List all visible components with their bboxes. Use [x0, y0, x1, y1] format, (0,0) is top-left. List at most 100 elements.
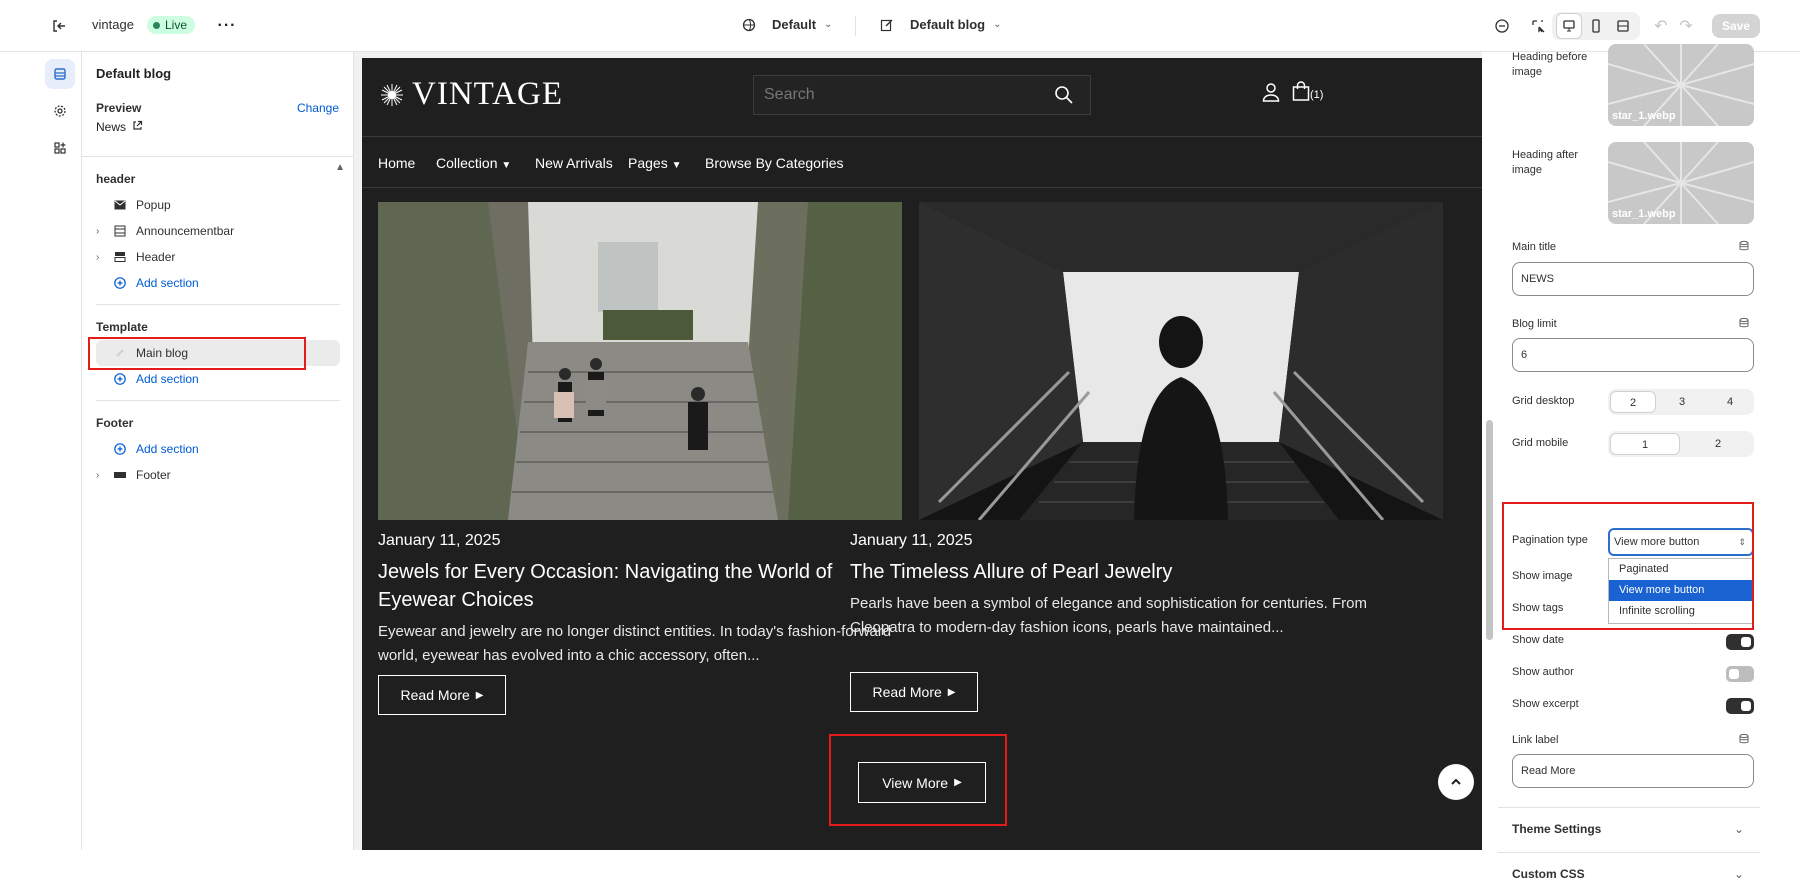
cart-button[interactable]: (1): [1292, 81, 1323, 101]
post-title[interactable]: The Timeless Allure of Pearl Jewelry: [850, 558, 1370, 586]
undo-icon[interactable]: ↶: [1648, 13, 1674, 39]
preview-frame: VINTAGE Search (1) Home Collection ▼ New…: [354, 52, 1482, 850]
live-dot: [153, 21, 160, 29]
mobile-view-icon[interactable]: [1583, 13, 1609, 39]
add-section-label: Add section: [136, 372, 199, 386]
divider: [1498, 807, 1760, 808]
divider: [82, 156, 354, 157]
read-more-button[interactable]: Read More ▶: [850, 672, 978, 712]
logo-text: VINTAGE: [412, 76, 563, 112]
settings-gear-icon[interactable]: [45, 96, 75, 126]
nav-pages[interactable]: Pages ▼: [628, 155, 682, 171]
chevron-down-icon: ⌄: [993, 19, 1002, 30]
chevron-down-icon: ⌄: [1733, 822, 1744, 836]
divider: [1498, 852, 1760, 853]
highlight-box: [1502, 502, 1754, 630]
template-group-title: Template: [96, 320, 148, 334]
grid-mobile-option[interactable]: 1: [1610, 433, 1680, 455]
post-excerpt: Eyewear and jewelry are no longer distin…: [378, 623, 892, 664]
search-icon[interactable]: [1054, 85, 1074, 110]
section-item-announcementbar[interactable]: › Announcementbar: [96, 218, 340, 244]
preview-value[interactable]: News: [96, 120, 143, 134]
post-image[interactable]: [378, 202, 902, 520]
nav-collection-label: Collection: [436, 155, 498, 171]
nav-home[interactable]: Home: [378, 155, 415, 171]
post-excerpt: Pearls have been a symbol of elegance an…: [850, 595, 1367, 636]
nav-collection[interactable]: Collection ▼: [436, 155, 511, 171]
toggle-knob: [1729, 669, 1739, 679]
globe-icon: [742, 18, 756, 31]
caret-right-icon: ▶: [475, 689, 484, 701]
envelope-icon: [110, 200, 130, 210]
site-logo[interactable]: VINTAGE: [380, 76, 563, 113]
theme-settings-accordion[interactable]: Theme Settings ⌄: [1512, 822, 1744, 836]
scroll-to-top-button[interactable]: [1438, 764, 1474, 800]
exit-icon[interactable]: [46, 13, 72, 39]
search-placeholder: Search: [764, 86, 815, 103]
fullscreen-icon[interactable]: [1610, 13, 1636, 39]
settings-panel: Heading before image star_1.webp Heading…: [1498, 44, 1760, 881]
post-title[interactable]: Jewels for Every Occasion: Navigating th…: [378, 558, 898, 614]
store-name: vintage: [92, 17, 134, 32]
chevron-right-icon[interactable]: ›: [96, 470, 110, 481]
sections-icon[interactable]: [45, 59, 75, 89]
show-author-toggle[interactable]: [1726, 666, 1754, 682]
section-item-header[interactable]: › Header: [96, 244, 340, 270]
template-selector[interactable]: Default blog ⌄: [880, 17, 1002, 32]
grid-mobile-option[interactable]: 2: [1684, 433, 1752, 455]
grid-mobile-label: Grid mobile: [1512, 437, 1569, 449]
database-icon[interactable]: [1738, 733, 1750, 748]
add-section-template[interactable]: Add section: [96, 366, 340, 392]
plus-circle-icon: [110, 443, 130, 455]
main-title-label: Main title: [1512, 241, 1557, 253]
cart-count: (1): [1310, 89, 1324, 101]
more-icon[interactable]: ···: [214, 13, 240, 39]
add-section-header[interactable]: Add section: [96, 270, 340, 296]
save-button[interactable]: Save: [1712, 14, 1761, 38]
nav-browse-categories[interactable]: Browse By Categories: [705, 155, 844, 171]
plus-circle-icon: [110, 277, 130, 289]
database-icon[interactable]: [1738, 317, 1750, 332]
image-thumbnail[interactable]: star_1.webp: [1608, 44, 1754, 126]
scrollbar-thumb[interactable]: [1486, 420, 1493, 640]
show-excerpt-label: Show excerpt: [1512, 698, 1579, 710]
custom-css-accordion[interactable]: Custom CSS ⌄: [1512, 867, 1744, 881]
post-image[interactable]: [919, 202, 1443, 520]
redo-icon[interactable]: ↷: [1673, 13, 1699, 39]
preview-label: Preview: [96, 101, 142, 115]
image-thumbnail[interactable]: star_1.webp: [1608, 142, 1754, 224]
header-group-title: header: [96, 172, 136, 186]
inspector-icon[interactable]: [1489, 13, 1515, 39]
theme-selector[interactable]: Default ⌄: [742, 17, 832, 32]
nav-new-arrivals[interactable]: New Arrivals: [535, 155, 613, 171]
show-excerpt-toggle[interactable]: [1726, 698, 1754, 714]
main-title-input[interactable]: NEWS: [1512, 262, 1754, 296]
toggle-knob: [1741, 637, 1751, 647]
caret-right-icon: ▶: [947, 686, 956, 698]
section-item-popup[interactable]: Popup: [96, 192, 340, 218]
grid-desktop-option[interactable]: 3: [1660, 391, 1704, 413]
grid-desktop-label: Grid desktop: [1512, 395, 1575, 407]
header-layout-icon: [110, 251, 130, 263]
collapse-icon[interactable]: ▲: [335, 162, 345, 173]
add-section-label: Add section: [136, 442, 199, 456]
chevron-right-icon[interactable]: ›: [96, 252, 110, 263]
section-item-footer[interactable]: › Footer: [96, 462, 340, 488]
show-date-toggle[interactable]: [1726, 634, 1754, 650]
site-search-input[interactable]: Search: [753, 75, 1091, 115]
change-link[interactable]: Change: [297, 101, 339, 115]
theme-settings-label: Theme Settings: [1512, 822, 1602, 836]
blog-limit-input[interactable]: 6: [1512, 338, 1754, 372]
grid-desktop-option[interactable]: 4: [1708, 391, 1752, 413]
account-icon[interactable]: [1262, 82, 1280, 107]
desktop-view-icon[interactable]: [1556, 13, 1582, 39]
grid-desktop-option[interactable]: 2: [1610, 391, 1656, 413]
read-more-button[interactable]: Read More ▶: [378, 675, 506, 715]
chevron-right-icon[interactable]: ›: [96, 226, 110, 237]
apps-icon[interactable]: [45, 133, 75, 163]
add-section-footer[interactable]: Add section: [96, 436, 340, 462]
caret-down-icon: ▼: [501, 160, 512, 171]
link-label-input[interactable]: Read More: [1512, 754, 1754, 788]
database-icon[interactable]: [1738, 240, 1750, 255]
select-element-icon[interactable]: [1525, 13, 1551, 39]
